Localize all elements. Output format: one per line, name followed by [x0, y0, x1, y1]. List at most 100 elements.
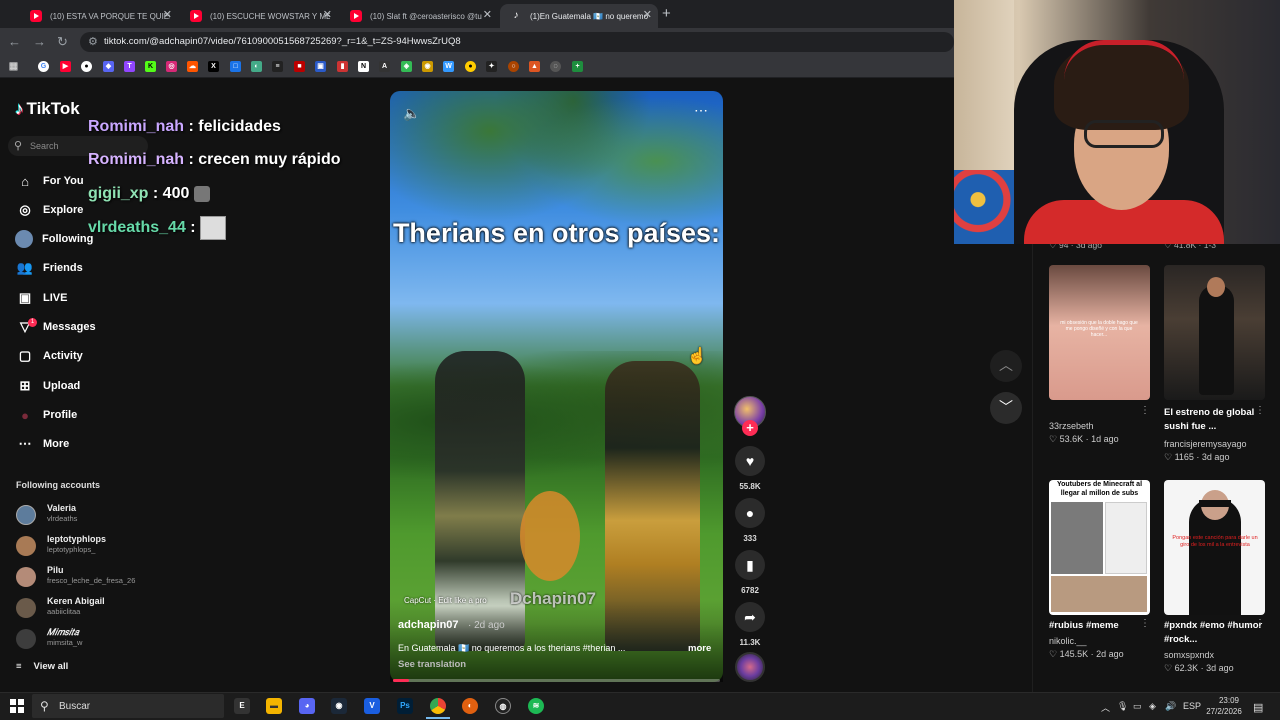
reload-icon[interactable]: ↻ [57, 34, 68, 50]
tiktok-logo[interactable]: ♪ TikTok [15, 99, 80, 119]
bookmark-icon[interactable]: ≡ [272, 61, 283, 72]
follow-plus-button[interactable]: + [742, 420, 758, 436]
bookmark-icon[interactable]: ● [465, 61, 476, 72]
obs-icon[interactable]: ◍ [495, 698, 511, 714]
nav-friends[interactable]: 👥 Friends [15, 258, 83, 278]
apps-grid-icon[interactable]: ▦ [8, 61, 19, 72]
notifications-icon[interactable]: ▤ [1253, 701, 1263, 714]
forward-icon[interactable]: → [33, 34, 46, 49]
taskbar-app-icon[interactable]: E [234, 698, 250, 714]
nav-explore[interactable]: ◎ Explore [15, 200, 83, 220]
video-options-icon[interactable]: ⋯ [694, 102, 708, 119]
video-thumbnail[interactable]: Pongan este canción para darle un giro d… [1164, 480, 1265, 615]
taskbar-app-icon[interactable]: V [364, 698, 380, 714]
discord-icon[interactable]: ◕ [299, 698, 315, 714]
browser-tab-4-active[interactable]: ♪ (1)En Guatemala 🇬🇹 no queremo ✕ [500, 4, 658, 28]
video-author[interactable]: francisjeremysayago [1164, 439, 1247, 449]
tray-chevron-icon[interactable]: ︿ [1101, 701, 1110, 714]
video-title[interactable]: #pxndx #emo #humor #rock... [1164, 619, 1264, 647]
video-thumbnail[interactable] [1164, 265, 1265, 400]
video-author[interactable]: adchapin07 [398, 619, 459, 631]
like-button[interactable]: ♥ [735, 446, 765, 476]
bookmark-icon[interactable]: ◆ [103, 61, 114, 72]
spotify-icon[interactable]: ≋ [528, 698, 544, 714]
video-title[interactable]: El estreno de global sushi fue ... [1164, 406, 1264, 434]
volume-icon[interactable]: 🔈 [403, 105, 420, 122]
bookmark-icon[interactable]: ○ [508, 61, 519, 72]
more-link[interactable]: more [688, 643, 711, 654]
soundcloud-bookmark-icon[interactable]: ☁ [187, 61, 198, 72]
new-tab-button[interactable]: + [662, 5, 671, 22]
more-options-icon[interactable]: ⋮ [1140, 618, 1150, 629]
video-progress-bar[interactable] [393, 679, 720, 682]
video-author[interactable]: 33rzsebeth [1049, 421, 1094, 431]
capcut-label[interactable]: CapCut · Edit like a pro [404, 596, 487, 605]
bookmark-icon[interactable]: ◐ [251, 61, 262, 72]
taskbar-app-icon[interactable]: ◐ [462, 698, 478, 714]
nav-upload[interactable]: ⊞ Upload [15, 376, 81, 396]
video-author[interactable]: somxspxndx [1164, 650, 1214, 660]
bookmark-icon[interactable]: ◉ [422, 61, 433, 72]
file-explorer-icon[interactable]: ▬ [266, 698, 282, 714]
twitch-bookmark-icon[interactable]: T [124, 61, 135, 72]
more-options-icon[interactable]: ⋮ [1255, 618, 1265, 629]
instagram-bookmark-icon[interactable]: ◎ [166, 61, 177, 72]
bookmark-icon[interactable]: ▣ [315, 61, 326, 72]
nav-for-you[interactable]: ⌂ For You [15, 171, 83, 191]
steam-icon[interactable]: ◉ [331, 698, 347, 714]
browser-tab-2[interactable]: (10) ESCUCHE WOWSTAR Y ME ✕ [180, 4, 338, 28]
chrome-icon[interactable] [430, 698, 446, 714]
nav-more[interactable]: ⋯ More [15, 434, 70, 454]
url-text[interactable]: tiktok.com/@adchapin07/video/76109000515… [104, 36, 461, 47]
bookmark-icon[interactable]: ▲ [529, 61, 540, 72]
notion-bookmark-icon[interactable]: N [358, 61, 369, 72]
video-author[interactable]: nikolic.__ [1049, 636, 1087, 646]
bookmark-icon[interactable]: ■ [294, 61, 305, 72]
nav-messages[interactable]: ▽ Messages [15, 317, 96, 337]
kick-bookmark-icon[interactable]: K [145, 61, 156, 72]
browser-tab-3[interactable]: (10) Slat ft @ceroasterisco @tu ✕ [340, 4, 498, 28]
bookmark-icon[interactable]: □ [230, 61, 241, 72]
language-indicator[interactable]: ESP [1183, 701, 1201, 711]
close-tab-icon[interactable]: ✕ [643, 8, 652, 21]
bookmark-icon[interactable]: ◈ [401, 61, 412, 72]
volume-icon[interactable]: 🔊 [1165, 701, 1176, 712]
nav-live[interactable]: ▣ LIVE [15, 288, 68, 308]
nav-profile[interactable]: ● Profile [15, 405, 77, 425]
video-thumbnail[interactable]: Youtubers de Minecraft al llegar al mill… [1049, 480, 1150, 615]
bookmark-icon[interactable]: W [443, 61, 454, 72]
close-tab-icon[interactable]: ✕ [323, 8, 332, 21]
next-video-button[interactable]: ﹀ [990, 392, 1022, 424]
bookmark-icon[interactable]: ◌ [550, 61, 561, 72]
music-disc-icon[interactable] [735, 652, 765, 682]
photoshop-icon[interactable]: Ps [397, 698, 413, 714]
share-button[interactable]: ➦ [735, 602, 765, 632]
view-all-link[interactable]: ≡ View all [16, 661, 68, 672]
windows-start-icon[interactable] [10, 699, 24, 713]
bookmark-icon[interactable]: ▮ [337, 61, 348, 72]
google-bookmark-icon[interactable]: G [38, 61, 49, 72]
bookmark-icon[interactable]: ● [81, 61, 92, 72]
sheets-bookmark-icon[interactable]: + [572, 61, 583, 72]
close-tab-icon[interactable]: ✕ [483, 8, 492, 21]
video-title[interactable]: #rubius #meme [1049, 619, 1149, 633]
close-tab-icon[interactable]: ✕ [163, 8, 172, 21]
see-translation-link[interactable]: See translation [398, 659, 466, 670]
video-thumbnail[interactable]: mi obsesión que la doble hago que me pon… [1049, 265, 1150, 400]
clock-date[interactable]: 27/2/2026 [1202, 707, 1246, 716]
site-info-icon[interactable]: ⚙ [88, 35, 98, 48]
nav-activity[interactable]: ▢ Activity [15, 346, 83, 366]
save-button[interactable]: ▮ [735, 550, 765, 580]
clock-time[interactable]: 23:09 [1211, 696, 1247, 705]
back-icon[interactable]: ← [8, 34, 21, 49]
bookmark-icon[interactable]: A [379, 61, 390, 72]
previous-video-button[interactable]: ︿ [990, 350, 1022, 382]
bookmark-icon[interactable]: ✦ [486, 61, 497, 72]
network-icon[interactable]: ◈ [1149, 701, 1156, 712]
more-options-icon[interactable]: ⋮ [1140, 405, 1150, 416]
more-options-icon[interactable]: ⋮ [1255, 405, 1265, 416]
x-bookmark-icon[interactable]: X [208, 61, 219, 72]
microphone-icon[interactable]: 🎙 [1117, 701, 1128, 712]
tray-app-icon[interactable]: ▭ [1133, 701, 1142, 712]
comment-button[interactable]: ● [735, 498, 765, 528]
